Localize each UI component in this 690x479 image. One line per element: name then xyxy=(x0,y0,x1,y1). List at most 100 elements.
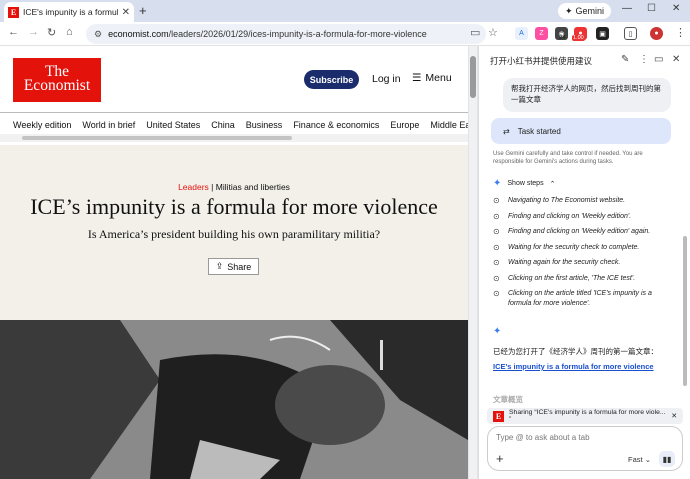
task-status-card: ⇄ Task started xyxy=(491,118,671,144)
page-scrollbar[interactable] xyxy=(469,46,477,479)
address-bar[interactable]: ⚙ economist.com/leaders/2026/01/29/ices-… xyxy=(86,24,486,44)
add-attachment-icon[interactable]: + xyxy=(496,451,504,466)
economist-favicon-icon: E xyxy=(493,410,504,422)
puzzle-extension-icon[interactable]: ▣ xyxy=(596,27,609,40)
translate-extension-icon[interactable]: A xyxy=(515,27,528,40)
sharing-text: Sharing “ICE's impunity is a formula for… xyxy=(509,409,666,423)
section-united-states[interactable]: United States xyxy=(146,120,200,130)
answer-article-link[interactable]: ICE's impunity is a formula for more vio… xyxy=(493,362,654,371)
prompt-composer: + Fast ⌄ ▮▮ xyxy=(487,426,683,471)
section-business[interactable]: Business xyxy=(246,120,283,130)
profile-avatar[interactable]: ● xyxy=(650,27,663,40)
tab-strip: E ICE's impunity is a formula fo ✕ + ✦ G… xyxy=(0,0,690,22)
model-label: Fast xyxy=(628,455,643,464)
page-scroll-thumb[interactable] xyxy=(470,56,476,98)
rubric-topic: Militias and liberties xyxy=(215,182,290,192)
browser-menu-icon[interactable]: ⋮ xyxy=(675,26,686,39)
extension-count-badge: 24 xyxy=(559,35,566,41)
show-steps-toggle[interactable]: ✦ Show steps ⌃ xyxy=(493,178,555,189)
section-weekly-edition[interactable]: Weekly edition xyxy=(13,120,71,130)
back-icon[interactable]: ← xyxy=(8,26,19,38)
home-icon[interactable]: ⌂ xyxy=(66,26,73,38)
section-scrollbar[interactable] xyxy=(22,136,292,140)
menu-button[interactable]: ☰ Menu xyxy=(412,72,452,84)
step-check-icon: ⊙ xyxy=(493,211,500,221)
step-item: ⊙ Clicking on the article titled 'ICE's i… xyxy=(493,289,673,309)
economist-logo[interactable]: The Economist xyxy=(13,58,101,102)
bookmark-star-icon[interactable]: ☆ xyxy=(488,26,498,39)
tab-close-icon[interactable]: ✕ xyxy=(122,7,130,18)
step-item: ⊙ Navigating to The Economist website. xyxy=(493,196,673,206)
section-world-in-brief[interactable]: World in brief xyxy=(82,120,135,130)
step-text: Clicking on the article titled 'ICE's im… xyxy=(508,290,652,307)
share-button[interactable]: ⇪ Share xyxy=(208,258,259,275)
cast-icon[interactable]: ▭ xyxy=(470,26,480,39)
minimize-icon[interactable]: — xyxy=(622,3,632,14)
step-check-icon: ⊙ xyxy=(493,242,500,252)
close-panel-icon[interactable]: ✕ xyxy=(672,54,680,65)
step-text: Clicking on the first article, 'The ICE … xyxy=(508,274,636,282)
url-path: /leaders/2026/01/29/ices-impunity-is-a-f… xyxy=(168,29,427,39)
step-text: Waiting for the security check to comple… xyxy=(508,243,640,251)
step-item: ⊙ Finding and clicking on 'Weekly edition… xyxy=(493,212,673,222)
extension-price-badge: 1.00 xyxy=(572,35,585,41)
task-disclaimer: Use Gemini carefully and take control if… xyxy=(493,151,643,165)
logo-line-2: Economist xyxy=(23,77,91,94)
forward-icon[interactable]: → xyxy=(28,26,39,38)
tab-title: ICE's impunity is a formula fo xyxy=(23,7,118,17)
reload-icon[interactable]: ↻ xyxy=(47,26,56,39)
article-rubric: Leaders | Militias and liberties xyxy=(0,182,468,192)
more-options-icon[interactable]: ⋮ xyxy=(639,54,649,65)
user-message-bubble: 帮我打开经济学人的网页，然后找到周刊的第一篇文章 xyxy=(503,78,671,112)
expand-panel-icon[interactable]: ▭ xyxy=(654,54,663,65)
task-running-icon: ⇄ xyxy=(503,126,510,136)
section-finance-economics[interactable]: Finance & economics xyxy=(293,120,379,130)
step-item: ⊙ Waiting for the security check to compl… xyxy=(493,243,673,253)
gemini-side-panel: 打开小红书并提供使用建议 ✎ ⋮ ▭ ✕ 帮我打开经济学人的网页，然后找到周刊的… xyxy=(478,46,690,479)
z-extension-icon[interactable]: Z xyxy=(535,27,548,40)
step-check-icon: ⊙ xyxy=(493,227,500,236)
maximize-icon[interactable]: ☐ xyxy=(647,3,656,14)
panel-title: 打开小红书并提供使用建议 xyxy=(490,56,593,66)
site-info-icon[interactable]: ⚙ xyxy=(94,29,102,40)
step-check-icon: ⊙ xyxy=(493,273,500,283)
article-headline: ICE’s impunity is a formula for more vio… xyxy=(30,194,438,219)
url-domain: economist.com xyxy=(108,29,169,39)
gemini-button[interactable]: ✦ Gemini xyxy=(558,3,612,19)
share-icon: ⇪ xyxy=(215,261,224,271)
new-chat-icon[interactable]: ✎ xyxy=(621,54,629,65)
menu-label: Menu xyxy=(425,72,452,84)
new-tab-button[interactable]: + xyxy=(139,3,147,18)
gemini-sparkle-icon: ✦ xyxy=(565,5,573,16)
microphone-icon[interactable]: ▮▮ xyxy=(659,451,675,467)
section-europe[interactable]: Europe xyxy=(390,120,419,130)
model-selector[interactable]: Fast ⌄ xyxy=(628,455,651,464)
subscribe-button[interactable]: Subscribe xyxy=(304,70,359,89)
hero-photo-illustration xyxy=(0,320,468,479)
browser-toolbar: ← → ↻ ⌂ ⚙ economist.com/leaders/2026/01/… xyxy=(0,22,690,46)
prompt-input[interactable] xyxy=(496,433,672,442)
article-subheadline: Is America’s president building his own … xyxy=(87,227,381,241)
active-tab[interactable]: E ICE's impunity is a formula fo ✕ xyxy=(4,2,134,22)
step-text: Finding and clicking on 'Weekly edition'… xyxy=(508,212,632,220)
stop-sharing-icon[interactable]: ✕ xyxy=(671,412,677,420)
article-hero-image xyxy=(0,320,468,479)
task-status-text: Task started xyxy=(517,126,561,136)
window-close-icon[interactable]: ✕ xyxy=(672,3,680,14)
section-middle-east[interactable]: Middle East xyxy=(430,120,468,130)
step-item: ⊙ Finding and clicking on 'Weekly edition… xyxy=(493,227,673,237)
step-item: ⊙ Clicking on the first article, 'The ICE… xyxy=(493,274,673,284)
answer-text: 已经为您打开了《经济学人》周刊的第一篇文章： xyxy=(493,347,658,356)
economist-favicon-icon: E xyxy=(8,6,19,18)
gemini-label: Gemini xyxy=(575,6,605,16)
rubric-section[interactable]: Leaders xyxy=(178,182,209,192)
section-nav: Weekly edition World in brief United Sta… xyxy=(13,120,468,130)
side-panel-icon[interactable]: ▯ xyxy=(624,27,637,40)
show-steps-label: Show steps xyxy=(507,180,544,187)
login-link[interactable]: Log in xyxy=(372,73,401,85)
sharing-tab-chip: E Sharing “ICE's impunity is a formula f… xyxy=(487,408,683,424)
section-china[interactable]: China xyxy=(211,120,235,130)
step-check-icon: ⊙ xyxy=(493,196,500,205)
step-list: ⊙ Navigating to The Economist website. ⊙ F… xyxy=(493,196,673,315)
panel-scrollbar[interactable] xyxy=(683,236,687,386)
